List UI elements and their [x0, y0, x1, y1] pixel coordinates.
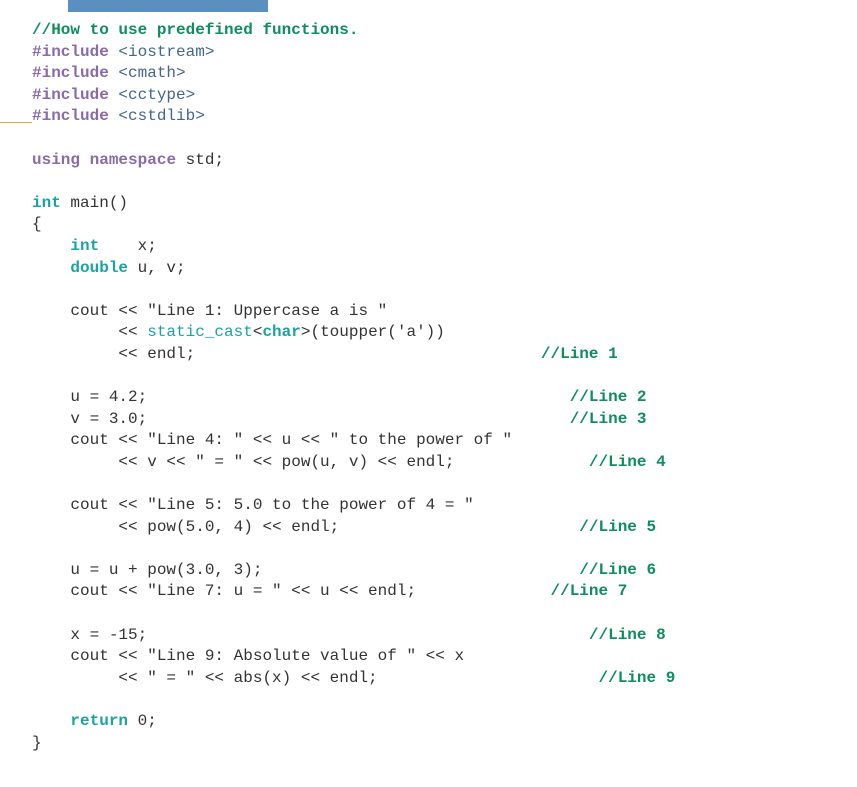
include-cmath: <cmath>	[118, 64, 185, 82]
pad	[262, 561, 579, 579]
comment-line8: //Line 8	[589, 626, 666, 644]
include-iostream: <iostream>	[118, 43, 214, 61]
cout-line5b: << pow(5.0, 4) << endl;	[32, 518, 339, 536]
assign-u: u = 4.2;	[32, 388, 147, 406]
indent	[32, 712, 70, 730]
cout-line7: cout << "Line 7: u = " << u << endl;	[32, 582, 416, 600]
lt: <	[253, 323, 263, 341]
pad	[339, 518, 579, 536]
margin-connector-line	[0, 122, 32, 123]
comment-line4: //Line 4	[589, 453, 666, 471]
std-text: std;	[176, 151, 224, 169]
include-keyword: #include	[32, 43, 109, 61]
return-keyword: return	[70, 712, 128, 730]
double-keyword: double	[70, 259, 128, 277]
comment-line2: //Line 2	[570, 388, 647, 406]
code-container: //How to use predefined functions. #incl…	[0, 0, 857, 754]
using-keyword: using	[32, 151, 80, 169]
static-cast-keyword: static_cast	[147, 323, 253, 341]
comment-line1: //Line 1	[541, 345, 618, 363]
cout-line1a: cout << "Line 1: Uppercase a is "	[32, 302, 387, 320]
include-keyword: #include	[32, 86, 109, 104]
include-keyword: #include	[32, 107, 109, 125]
int-keyword: int	[32, 194, 61, 212]
indent	[32, 259, 70, 277]
cout-line1b-post: >(toupper('a'))	[301, 323, 445, 341]
cout-line1c: << endl;	[32, 345, 195, 363]
include-keyword: #include	[32, 64, 109, 82]
int-keyword: int	[70, 237, 99, 255]
pad	[147, 626, 589, 644]
cout-line9b: << " = " << abs(x) << endl;	[32, 669, 378, 687]
pad	[195, 345, 541, 363]
include-cctype: <cctype>	[118, 86, 195, 104]
cout-line4a: cout << "Line 4: " << u << " to the powe…	[32, 431, 512, 449]
pad	[378, 669, 599, 687]
top-bar-decoration	[68, 0, 268, 12]
pad	[147, 410, 569, 428]
cout-line9a: cout << "Line 9: Absolute value of " << …	[32, 647, 464, 665]
comment-top: //How to use predefined functions.	[32, 21, 358, 39]
pad	[147, 388, 569, 406]
comment-line5: //Line 5	[579, 518, 656, 536]
brace-open: {	[32, 215, 42, 233]
decl-x: x;	[99, 237, 157, 255]
assign-u2: u = u + pow(3.0, 3);	[32, 561, 262, 579]
cout-line5a: cout << "Line 5: 5.0 to the power of 4 =…	[32, 496, 474, 514]
comment-line7: //Line 7	[550, 582, 627, 600]
decl-uv: u, v;	[128, 259, 186, 277]
indent	[32, 237, 70, 255]
char-keyword: char	[262, 323, 300, 341]
comment-line3: //Line 3	[570, 410, 647, 428]
code-block: //How to use predefined functions. #incl…	[0, 20, 857, 754]
main-text: main()	[61, 194, 128, 212]
comment-line9: //Line 9	[599, 669, 676, 687]
pad	[454, 453, 588, 471]
namespace-keyword: namespace	[90, 151, 176, 169]
cout-line1b-pre: <<	[32, 323, 147, 341]
cout-line4b: << v << " = " << pow(u, v) << endl;	[32, 453, 454, 471]
return-rest: 0;	[128, 712, 157, 730]
assign-v: v = 3.0;	[32, 410, 147, 428]
include-cstdlib: <cstdlib>	[118, 107, 204, 125]
assign-x: x = -15;	[32, 626, 147, 644]
pad	[416, 582, 550, 600]
comment-line6: //Line 6	[579, 561, 656, 579]
brace-close: }	[32, 734, 42, 752]
